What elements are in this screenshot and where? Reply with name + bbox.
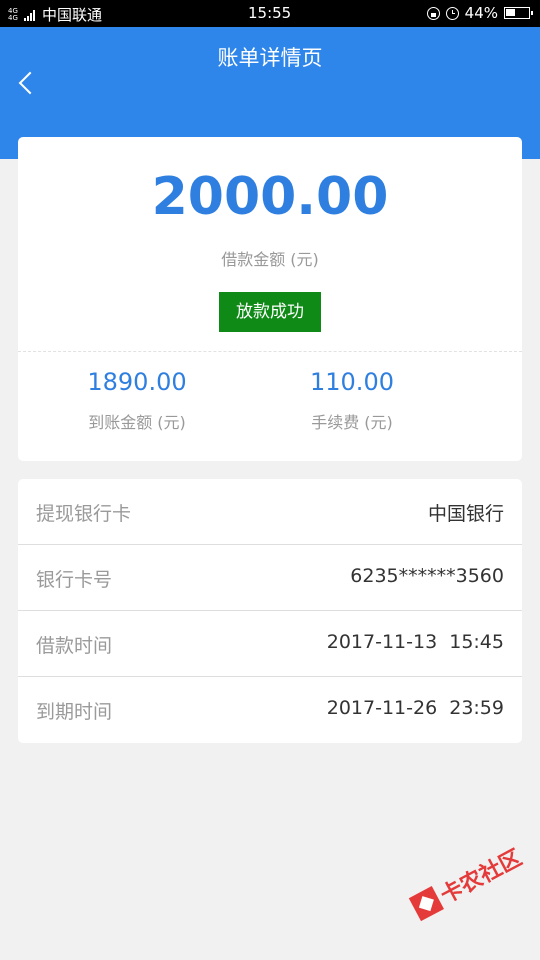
loan-summary-card: 2000.00 借款金额 (元) 放款成功 1890.00 到账金额 (元) 1…: [18, 137, 522, 461]
network-type-label: 4G 4G: [8, 6, 18, 22]
carrier-name: 中国联通: [42, 6, 103, 24]
watermark: 卡农社区: [407, 840, 526, 924]
loan-amount: 2000.00: [151, 167, 389, 227]
status-badge: 放款成功: [219, 292, 321, 332]
status-bar-right: 44%: [426, 4, 533, 22]
detail-value: 2017-11-26 23:59: [326, 697, 504, 719]
fee-amount: 110.00: [310, 368, 394, 396]
detail-label: 到期时间: [36, 701, 113, 723]
signal-icon: [24, 9, 36, 21]
detail-value: 2017-11-13 15:45: [326, 631, 504, 653]
detail-label: 借款时间: [36, 635, 113, 657]
detail-row-card-number: 银行卡号 6235******3560: [18, 545, 522, 611]
watermark-text: 卡农社区: [436, 845, 527, 909]
back-arrow-icon[interactable]: [18, 71, 42, 95]
battery-percent: 44%: [464, 4, 498, 22]
battery-icon: [504, 7, 533, 19]
fee-label: 手续费 (元): [311, 413, 393, 432]
fee-block: 110.00 手续费 (元): [226, 367, 478, 433]
status-bar-left: 4G 4G 中国联通: [8, 4, 102, 25]
battery-level-fill: [506, 9, 515, 16]
detail-row-bank: 提现银行卡 中国银行: [18, 479, 522, 545]
detail-label: 银行卡号: [36, 569, 113, 591]
dashed-divider: [18, 351, 522, 352]
page-title: 账单详情页: [217, 46, 323, 70]
detail-label: 提现银行卡: [36, 503, 132, 525]
detail-row-loan-time: 借款时间 2017-11-13 15:45: [18, 611, 522, 677]
detail-row-due-time: 到期时间 2017-11-26 23:59: [18, 677, 522, 743]
detail-value: 中国银行: [427, 503, 504, 525]
loan-details-card: 提现银行卡 中国银行 银行卡号 6235******3560 借款时间 2017…: [18, 479, 522, 743]
rotation-lock-icon: [426, 6, 440, 20]
alarm-icon: [445, 6, 459, 20]
loan-amount-label: 借款金额 (元): [221, 250, 319, 269]
status-bar-time: 15:55: [248, 4, 292, 22]
status-bar: 4G 4G 中国联通 15:55 44%: [0, 0, 540, 27]
detail-value: 6235******3560: [350, 565, 504, 587]
